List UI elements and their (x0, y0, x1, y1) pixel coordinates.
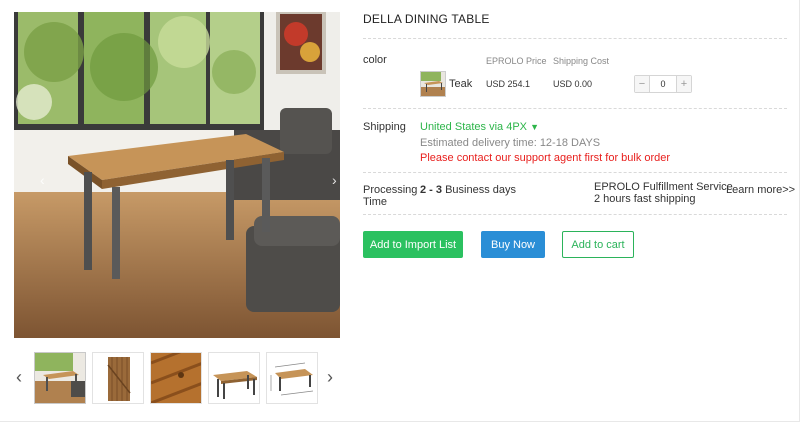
variant-name: Teak (449, 78, 473, 90)
image-prev-arrow[interactable]: ‹ (40, 172, 45, 188)
processing-range: 2 - 3 (420, 184, 443, 196)
shipping-method-dropdown[interactable]: United States via 4PX ▼ (420, 121, 539, 133)
image-next-arrow[interactable]: › (332, 172, 337, 188)
color-label: color (363, 54, 387, 66)
quantity-input[interactable] (650, 76, 676, 92)
fulfillment-service-note: 2 hours fast shipping (594, 193, 696, 205)
quantity-stepper: − + (634, 75, 692, 93)
variant-shipping-cost: USD 0.00 (553, 79, 593, 89)
thumbnail-prev-arrow[interactable]: ‹ (16, 368, 22, 386)
add-to-cart-button[interactable]: Add to cart (562, 231, 634, 258)
processing-time-label: Processing Time (363, 184, 417, 208)
thumbnail-next-arrow[interactable]: › (327, 368, 333, 386)
fulfillment-service: EPROLO Fulfillment Service 2 hours fast … (594, 181, 733, 205)
processing-days: 2 - 3 Business days (420, 184, 516, 196)
product-title: DELLA DINING TABLE (363, 12, 490, 26)
thumbnail-5[interactable] (266, 352, 318, 404)
processing-label-line2: Time (363, 196, 388, 208)
shipping-cost-header: Shipping Cost (553, 56, 610, 66)
thumbnail-strip: ‹ › (14, 350, 340, 406)
processing-label-line1: Processing (363, 184, 418, 196)
thumbnail-1[interactable] (34, 352, 86, 404)
price-header: EPROLO Price (486, 56, 547, 66)
thumbnail-2[interactable] (92, 352, 144, 404)
thumbnail-3[interactable] (150, 352, 202, 404)
product-page: ‹ › ‹ › DELLA DINING TABLE color EPROLO … (0, 0, 800, 422)
fulfillment-service-name: EPROLO Fulfillment Service (594, 181, 733, 193)
shipping-method-text: United States via 4PX (420, 121, 528, 133)
caret-down-icon: ▼ (530, 122, 539, 132)
divider (363, 172, 787, 173)
quantity-increment-button[interactable]: + (676, 76, 691, 92)
shipping-label: Shipping (363, 121, 406, 133)
add-to-import-list-button[interactable]: Add to Import List (363, 231, 463, 258)
processing-unit: Business days (445, 184, 517, 196)
divider (363, 214, 787, 215)
variant-price: USD 254.1 (486, 79, 531, 89)
main-product-image: ‹ › (14, 12, 340, 338)
delivery-time: Estimated delivery time: 12-18 DAYS (420, 137, 601, 149)
learn-more-link[interactable]: Learn more>> (726, 184, 795, 196)
bulk-order-notice: Please contact our support agent first f… (420, 152, 671, 164)
quantity-decrement-button[interactable]: − (635, 76, 650, 92)
variant-thumbnail[interactable] (420, 71, 446, 97)
thumbnail-4[interactable] (208, 352, 260, 404)
buy-now-button[interactable]: Buy Now (481, 231, 545, 258)
divider (363, 108, 787, 109)
divider (363, 38, 787, 39)
